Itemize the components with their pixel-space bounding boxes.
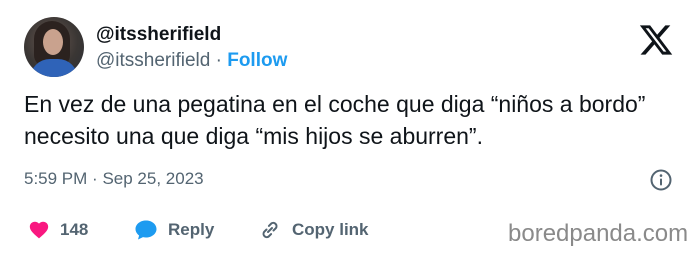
display-name[interactable]: @itssherifield [96, 24, 221, 46]
tweet-time[interactable]: 5:59 PM [24, 169, 87, 188]
handle-separator: · [215, 50, 222, 71]
user-handle[interactable]: @itssherifield [96, 50, 210, 71]
like-count: 148 [60, 220, 89, 239]
handle-line: @itssherifield · Follow [96, 50, 287, 72]
x-logo-icon[interactable] [638, 22, 674, 58]
watermark: boredpanda.com [508, 220, 689, 247]
tweet-date[interactable]: Sep 25, 2023 [102, 169, 203, 188]
like-button[interactable]: 148 [28, 216, 88, 244]
copy-link-button[interactable]: Copy link [258, 216, 369, 244]
avatar-face [43, 29, 63, 55]
reply-label: Reply [168, 220, 215, 239]
link-icon [262, 221, 278, 239]
avatar[interactable] [24, 17, 84, 77]
reply-bubble-icon [135, 220, 157, 240]
follow-button[interactable]: Follow [227, 50, 287, 71]
meta-separator: · [92, 169, 98, 188]
copy-link-label: Copy link [292, 220, 369, 239]
info-icon[interactable] [649, 168, 673, 192]
reply-button[interactable]: Reply [134, 216, 214, 244]
tweet-text: En vez de una pegatina en el coche que d… [24, 91, 646, 149]
heart-icon [29, 221, 49, 239]
tweet-meta: 5:59 PM · Sep 25, 2023 [24, 168, 204, 190]
